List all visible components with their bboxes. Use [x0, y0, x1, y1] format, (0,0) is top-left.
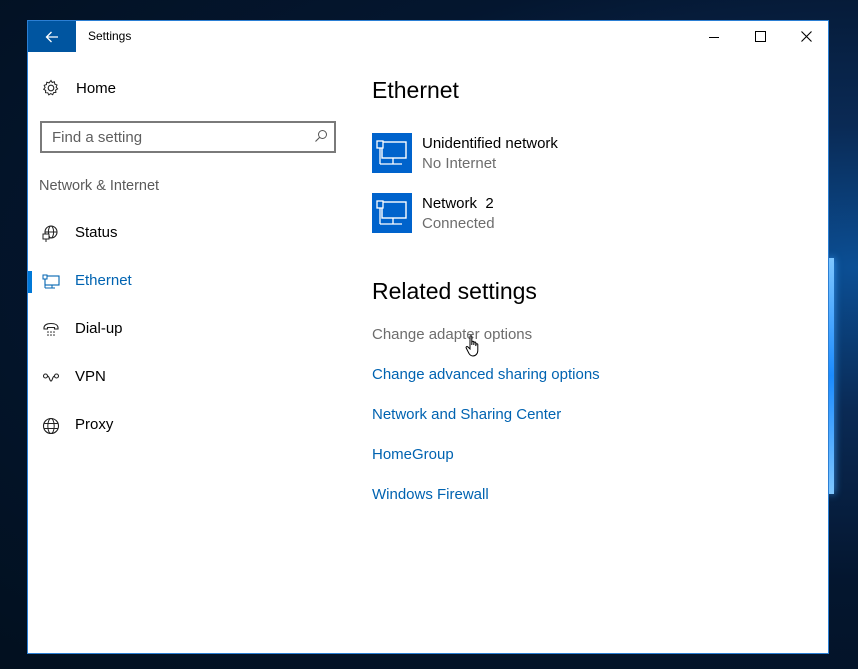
network-status: Connected [422, 215, 495, 232]
network-name: Unidentified network [422, 135, 558, 152]
sidebar-item-label: VPN [75, 368, 106, 385]
maximize-icon [754, 31, 766, 42]
title-bar: Settings [28, 21, 828, 52]
network-tile [372, 193, 412, 233]
phone-icon [43, 322, 59, 336]
ethernet-monitor-icon [376, 140, 407, 165]
sidebar-item-ethernet[interactable]: Ethernet [28, 261, 328, 301]
hand-cursor-icon [465, 335, 479, 357]
vpn-icon [42, 373, 60, 382]
link-network-sharing-center[interactable]: Network and Sharing Center [372, 406, 561, 423]
network-name: Network 2 [422, 195, 494, 212]
sidebar-item-label: Dial-up [75, 320, 123, 337]
nav-home[interactable]: Home [42, 79, 116, 97]
ethernet-monitor-icon [376, 200, 407, 225]
gear-icon [42, 79, 59, 96]
sidebar-item-status[interactable]: Status [28, 213, 328, 253]
sidebar-item-vpn[interactable]: VPN [28, 357, 328, 397]
section-label: Network & Internet [39, 178, 160, 194]
link-windows-firewall[interactable]: Windows Firewall [372, 486, 489, 503]
sidebar-item-label: Proxy [75, 416, 114, 433]
link-change-adapter-options[interactable]: Change adapter options [372, 326, 532, 343]
minimize-button[interactable] [691, 21, 737, 52]
back-button[interactable] [28, 21, 76, 52]
sidebar-item-label: Ethernet [75, 272, 132, 289]
ethernet-icon [42, 274, 60, 289]
network-item[interactable]: Unidentified network No Internet [372, 133, 672, 175]
related-settings-title: Related settings [372, 278, 537, 304]
sidebar-item-proxy[interactable]: Proxy [28, 405, 328, 445]
search-icon[interactable] [314, 129, 328, 143]
network-item[interactable]: Network 2 Connected [372, 193, 672, 235]
page-title: Ethernet [372, 77, 459, 103]
globe-icon [42, 417, 60, 435]
sidebar-item-label: Status [75, 224, 118, 241]
desktop-glow [829, 258, 834, 494]
settings-window: Settings Home Network & Internet [27, 20, 829, 654]
minimize-icon [709, 36, 719, 38]
arrow-left-icon [45, 31, 58, 42]
maximize-button[interactable] [737, 21, 783, 52]
network-tile [372, 133, 412, 173]
window-title: Settings [88, 29, 132, 43]
status-globe-icon [42, 225, 58, 242]
link-change-advanced-sharing[interactable]: Change advanced sharing options [372, 366, 600, 383]
active-indicator [28, 271, 32, 293]
close-button[interactable] [783, 21, 829, 52]
nav-home-label: Home [76, 79, 117, 97]
search-input[interactable] [42, 123, 312, 151]
link-homegroup[interactable]: HomeGroup [372, 446, 454, 463]
network-status: No Internet [422, 155, 497, 172]
close-icon [800, 31, 812, 42]
search-box[interactable] [40, 121, 336, 153]
sidebar-item-dialup[interactable]: Dial-up [28, 309, 328, 349]
